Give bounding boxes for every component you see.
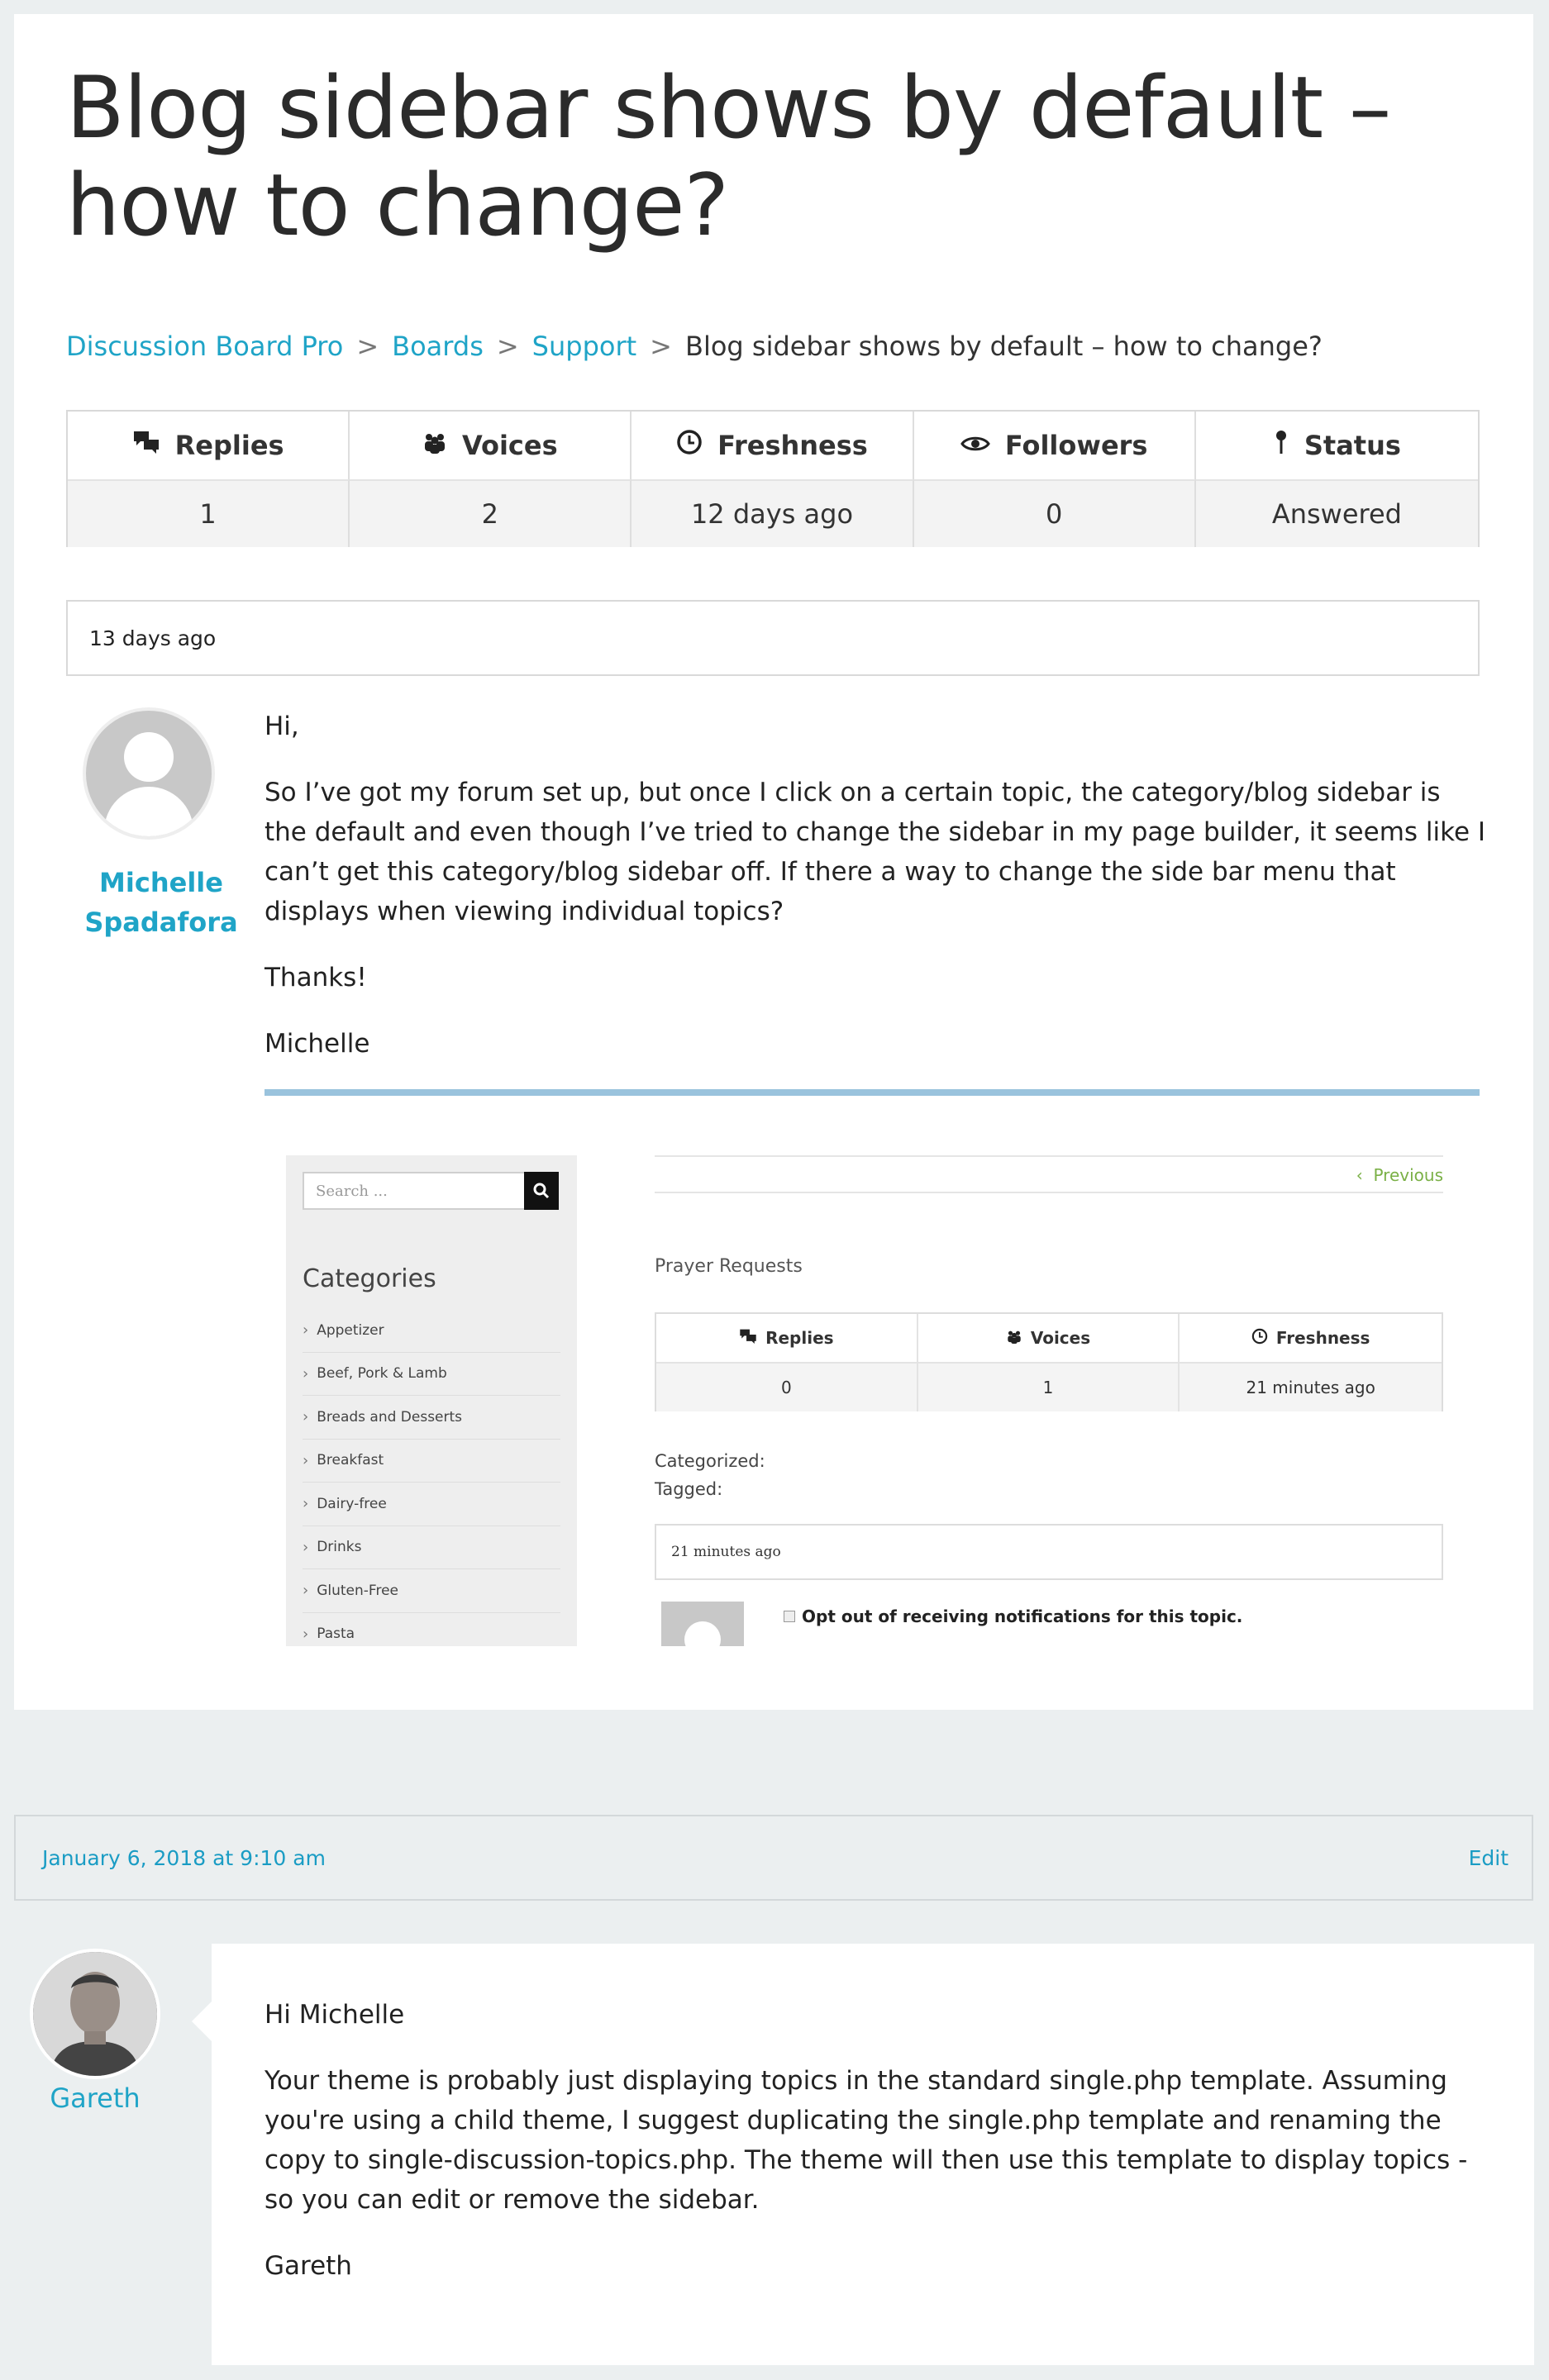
list-item: › Breads and Desserts (303, 1396, 560, 1440)
avatar[interactable] (83, 707, 215, 840)
clock-icon (676, 429, 703, 462)
chevron-left-icon: ‹ (1356, 1165, 1363, 1185)
list-item: › Drinks (303, 1526, 560, 1569)
screenshot-tagged: Tagged: (655, 1479, 723, 1499)
default-avatar-icon (124, 732, 174, 782)
chevron-right-icon: › (303, 1582, 309, 1600)
chevron-right-icon: › (303, 1538, 309, 1556)
chevron-right-icon: › (303, 1321, 309, 1340)
screenshot-search-input: Search ... (303, 1172, 526, 1210)
list-item: › Dairy-free (303, 1483, 560, 1526)
page-title: Blog sidebar shows by default – how to c… (66, 59, 1391, 255)
breadcrumb-discussion-board-pro[interactable]: Discussion Board Pro (66, 331, 343, 362)
pin-icon (1273, 429, 1289, 462)
screenshot-previous-link: ‹ Previous (1356, 1165, 1443, 1185)
post-signature: Michelle (265, 1029, 370, 1059)
stats-header-freshness: Freshness (632, 412, 914, 479)
reply-paragraph: Hi Michelle (265, 2000, 405, 2030)
clock-icon (1251, 1328, 1268, 1349)
stats-header-replies: Replies (68, 412, 350, 479)
stats-value-status: Answered (1195, 479, 1478, 547)
people-icon (422, 431, 447, 460)
reply-paragraph: Your theme is probably just displaying t… (265, 2066, 1468, 2215)
content-divider (265, 1089, 1480, 1096)
breadcrumb: Discussion Board Pro > Boards > Support > Blog… (66, 331, 1323, 362)
topic-stats-table: Replies Voices Freshness Followers Statu… (66, 410, 1480, 547)
reply-date-link[interactable]: January 6, 2018 at 9:10 am (42, 1846, 326, 1870)
screenshot-sidebar: Search ... Categories › Appetizer › Beef, … (286, 1155, 577, 1646)
speech-bubbles-icon (739, 1328, 757, 1349)
breadcrumb-separator: > (356, 331, 379, 362)
people-icon (1006, 1328, 1022, 1348)
default-avatar-icon (684, 1621, 721, 1646)
screenshot-pagination: ‹ Previous (655, 1155, 1443, 1193)
user-photo-icon (33, 1952, 157, 2076)
reply-header: January 6, 2018 at 9:10 am Edit (14, 1815, 1533, 1901)
screenshot-categorized: Categorized: (655, 1451, 765, 1471)
list-item: › Pasta (303, 1613, 560, 1647)
breadcrumb-separator: > (650, 331, 672, 362)
stats-header-voices: Voices (350, 412, 632, 479)
reply-signature: Gareth (265, 2251, 352, 2281)
list-item: › Beef, Pork & Lamb (303, 1353, 560, 1396)
stats-value-replies: 1 (68, 479, 350, 547)
categories-heading: Categories (303, 1264, 436, 1293)
screenshot-forum-name: Prayer Requests (655, 1256, 803, 1277)
reply-author-name[interactable]: Gareth (30, 2082, 160, 2114)
screenshot-optout: Opt out of receiving notifications for t… (784, 1606, 1242, 1626)
stats-header-status: Status (1196, 412, 1478, 479)
post-paragraph: So I’ve got my forum set up, but once I … (265, 778, 1486, 926)
list-item: › Breakfast (303, 1440, 560, 1483)
edit-link[interactable]: Edit (1469, 1846, 1508, 1870)
chevron-right-icon: › (303, 1451, 309, 1469)
author-name[interactable]: Michelle Spadafora (83, 863, 240, 942)
screenshot-avatar (661, 1602, 744, 1646)
stats-value-freshness: 12 days ago (632, 479, 914, 547)
chevron-right-icon: › (303, 1364, 309, 1383)
breadcrumb-boards[interactable]: Boards (392, 331, 484, 362)
breadcrumb-current: Blog sidebar shows by default – how to c… (684, 331, 1323, 362)
eye-icon (960, 431, 990, 460)
post-date: 13 days ago (89, 626, 217, 650)
screenshot-post-date: 21 minutes ago (655, 1524, 1443, 1580)
list-item: › Appetizer (303, 1309, 560, 1353)
breadcrumb-support[interactable]: Support (532, 331, 637, 362)
post-paragraph: Hi, (265, 712, 299, 741)
search-icon (524, 1172, 559, 1210)
post-paragraph: Thanks! (265, 963, 367, 992)
speech-bubbles-icon (132, 430, 160, 461)
stats-value-voices: 2 (350, 479, 632, 547)
list-item: › Gluten-Free (303, 1569, 560, 1613)
post-date-bar: 13 days ago (66, 600, 1480, 676)
screenshot-stats-table: Replies Voices Freshness 0 1 21 minutes … (655, 1312, 1443, 1411)
chevron-right-icon: › (303, 1625, 309, 1643)
breadcrumb-separator: > (496, 331, 519, 362)
stats-value-followers: 0 (913, 479, 1196, 547)
category-list: › Appetizer › Beef, Pork & Lamb › Breads an… (303, 1309, 560, 1646)
stats-header-followers: Followers (914, 412, 1196, 479)
embedded-screenshot: Search ... Categories › Appetizer › Beef, … (286, 1155, 1443, 1646)
chevron-right-icon: › (303, 1495, 309, 1513)
avatar[interactable] (30, 1949, 160, 2079)
checkbox-icon (784, 1611, 795, 1622)
chevron-right-icon: › (303, 1408, 309, 1426)
